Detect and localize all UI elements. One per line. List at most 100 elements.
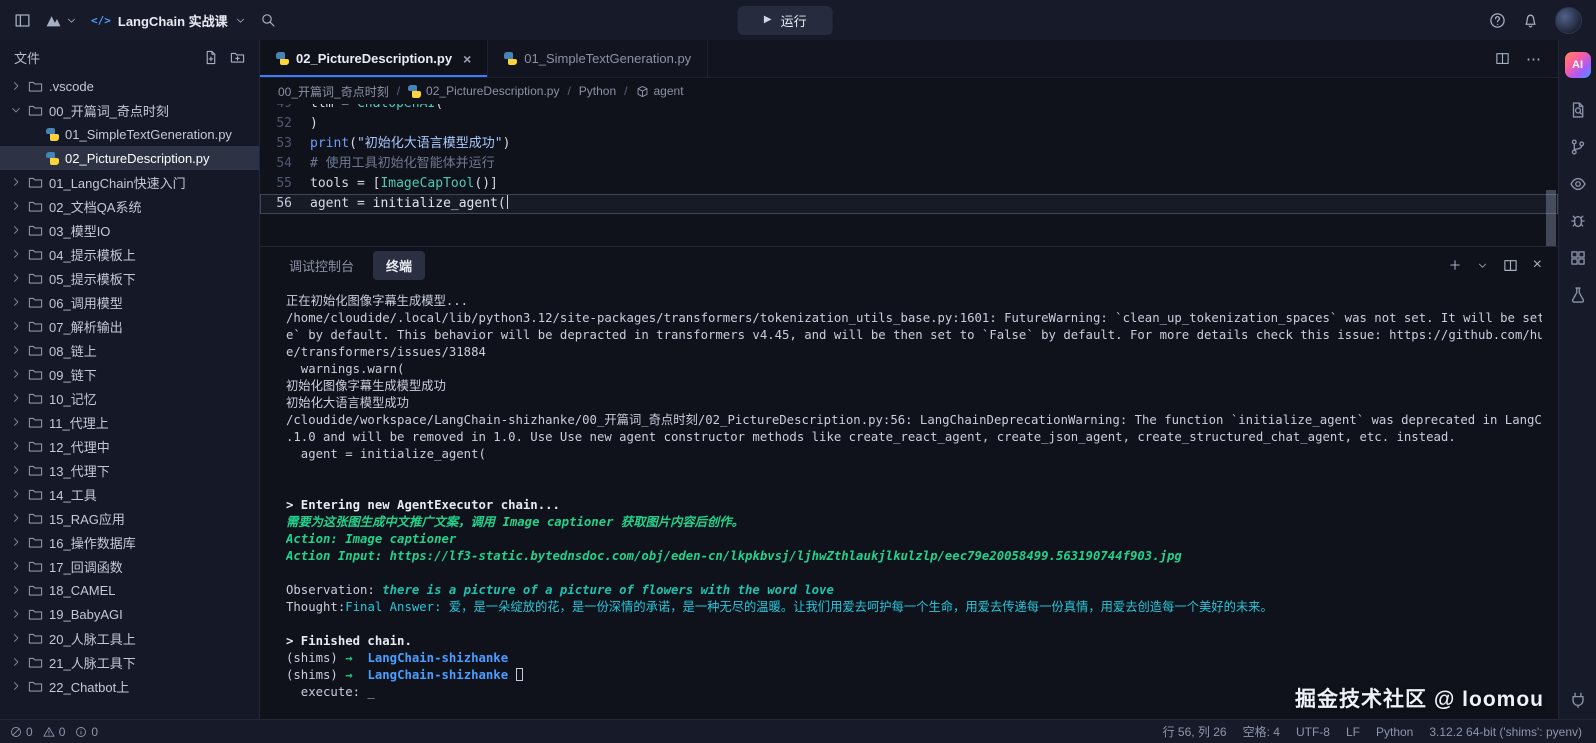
folder-icon xyxy=(28,415,43,430)
status-cursor-position[interactable]: 行 56, 列 26 xyxy=(1163,723,1227,740)
code-editor[interactable]: 49llm = ChatOpenAI(52)53print("初始化大语言模型成… xyxy=(260,104,1558,246)
tree-item-folder[interactable]: 10_记忆 xyxy=(0,386,259,410)
new-terminal-icon[interactable] xyxy=(1448,258,1462,272)
tree-item-folder[interactable]: 04_提示模板上 xyxy=(0,242,259,266)
status-eol[interactable]: LF xyxy=(1346,725,1360,739)
status-indentation[interactable]: 空格: 4 xyxy=(1243,723,1280,740)
code-line[interactable]: 55tools = [ImageCapTool()] xyxy=(260,174,1558,194)
tree-item-folder[interactable]: 12_代理中 xyxy=(0,434,259,458)
tree-item-folder[interactable]: 15_RAG应用 xyxy=(0,506,259,530)
plugin-button[interactable] xyxy=(1569,691,1587,709)
chevron-right-icon xyxy=(10,488,22,500)
tree-item-folder[interactable]: 22_Chatbot上 xyxy=(0,674,259,698)
folder-icon xyxy=(28,559,43,574)
tree-item-folder[interactable]: 20_人脉工具上 xyxy=(0,626,259,650)
new-folder-icon[interactable] xyxy=(230,50,245,65)
folder-icon xyxy=(28,295,43,310)
tree-item-folder[interactable]: 06_调用模型 xyxy=(0,290,259,314)
project-selector[interactable]: </> LangChain 实战课 xyxy=(91,11,246,30)
run-label: 运行 xyxy=(781,11,807,30)
tree-item-folder[interactable]: 09_链下 xyxy=(0,362,259,386)
terminal-line: > Finished chain. xyxy=(286,633,1542,650)
sidebar-actions xyxy=(203,50,245,65)
folder-icon xyxy=(28,463,43,478)
app-logo[interactable] xyxy=(45,12,77,29)
user-avatar[interactable] xyxy=(1555,7,1582,34)
tree-item-folder[interactable]: 01_LangChain快速入门 xyxy=(0,170,259,194)
breadcrumb-item[interactable]: 02_PictureDescription.py xyxy=(408,84,559,98)
code-icon: </> xyxy=(91,14,111,27)
tree-item-file[interactable]: 01_SimpleTextGeneration.py xyxy=(0,122,259,146)
code-line[interactable]: 52) xyxy=(260,114,1558,134)
bug-button[interactable] xyxy=(1569,212,1587,230)
grid-button[interactable] xyxy=(1569,249,1587,267)
breadcrumb-item[interactable]: agent xyxy=(636,84,684,98)
breadcrumb-separator: / xyxy=(567,84,570,98)
tree-item-folder[interactable]: 19_BabyAGI xyxy=(0,602,259,626)
tree-item-folder[interactable]: 21_人脉工具下 xyxy=(0,650,259,674)
status-warning[interactable]: 0 xyxy=(43,725,66,739)
ai-assistant-button[interactable]: AI xyxy=(1565,52,1591,78)
terminal-dropdown-icon[interactable] xyxy=(1477,260,1488,271)
editor-tab[interactable]: 01_SimpleTextGeneration.py xyxy=(488,40,708,77)
more-actions-icon[interactable]: ⋯ xyxy=(1526,50,1542,68)
status-info[interactable]: 0 xyxy=(75,725,98,739)
tree-item-folder[interactable]: 13_代理下 xyxy=(0,458,259,482)
git-branch-button[interactable] xyxy=(1569,138,1587,156)
breadcrumb-item[interactable]: 00_开篇词_奇点时刻 xyxy=(278,83,389,100)
tree-item-folder[interactable]: .vscode xyxy=(0,74,259,98)
editor-tab[interactable]: 02_PictureDescription.py × xyxy=(260,40,488,77)
status-circle-slash[interactable]: 0 xyxy=(10,725,33,739)
new-file-icon[interactable] xyxy=(203,50,218,65)
editor-scrollbar[interactable] xyxy=(1546,190,1556,246)
terminal-output[interactable]: 正在初始化图像字幕生成模型.../home/cloudide/.local/li… xyxy=(260,283,1558,719)
tree-item-folder[interactable]: 16_操作数据库 xyxy=(0,530,259,554)
run-button[interactable]: ▶ 运行 xyxy=(738,6,833,35)
folder-icon xyxy=(28,343,43,358)
help-icon[interactable] xyxy=(1489,12,1506,29)
flask-button[interactable] xyxy=(1569,286,1587,304)
split-terminal-icon[interactable] xyxy=(1503,258,1518,273)
tree-item-folder[interactable]: 00_开篇词_奇点时刻 xyxy=(0,98,259,122)
close-panel-icon[interactable]: × xyxy=(1533,256,1542,274)
close-icon[interactable]: × xyxy=(463,51,471,67)
folder-icon xyxy=(28,79,43,94)
breadcrumb-label: Python xyxy=(579,84,616,98)
panel-tab[interactable]: 调试控制台 xyxy=(276,251,367,280)
sidebar-toggle-icon[interactable] xyxy=(14,12,31,29)
files-panel-title: 文件 xyxy=(14,48,40,67)
code-line[interactable]: 49llm = ChatOpenAI( xyxy=(260,104,1558,114)
tree-item-file[interactable]: 02_PictureDescription.py xyxy=(0,146,259,170)
code-line[interactable]: 53print("初始化大语言模型成功") xyxy=(260,134,1558,154)
status-interpreter[interactable]: 3.12.2 64-bit ('shims': pyenv) xyxy=(1429,725,1582,739)
search-file-button[interactable] xyxy=(1569,101,1587,119)
tree-item-folder[interactable]: 18_CAMEL xyxy=(0,578,259,602)
tree-item-folder[interactable]: 17_回调函数 xyxy=(0,554,259,578)
tree-item-folder[interactable]: 03_模型IO xyxy=(0,218,259,242)
info-icon xyxy=(75,726,87,738)
status-language-mode[interactable]: Python xyxy=(1376,725,1413,739)
status-encoding[interactable]: UTF-8 xyxy=(1296,725,1330,739)
editor-tabs: 02_PictureDescription.py × 01_SimpleTextGe… xyxy=(260,40,708,77)
tree-item-label: 03_模型IO xyxy=(49,221,110,240)
panel-tab[interactable]: 终端 xyxy=(373,251,425,280)
tab-label: 02_PictureDescription.py xyxy=(296,51,452,66)
search-icon[interactable] xyxy=(260,12,276,28)
terminal-line: /cloudide/workspace/LangChain-shizhanke/… xyxy=(286,412,1542,429)
split-editor-icon[interactable] xyxy=(1495,51,1510,66)
tree-item-folder[interactable]: 05_提示模板下 xyxy=(0,266,259,290)
terminal-line: 初始化大语言模型成功 xyxy=(286,395,1542,412)
tree-item-folder[interactable]: 14_工具 xyxy=(0,482,259,506)
tree-item-folder[interactable]: 02_文档QA系统 xyxy=(0,194,259,218)
tree-item-folder[interactable]: 11_代理上 xyxy=(0,410,259,434)
chevron-right-icon xyxy=(10,536,22,548)
notifications-icon[interactable] xyxy=(1522,12,1539,29)
breadcrumb-item[interactable]: Python xyxy=(579,84,616,98)
code-line[interactable]: 54# 使用工具初始化智能体并运行 xyxy=(260,154,1558,174)
tree-item-folder[interactable]: 08_链上 xyxy=(0,338,259,362)
tree-item-folder[interactable]: 07_解析输出 xyxy=(0,314,259,338)
eye-button[interactable] xyxy=(1569,175,1587,193)
chevron-down-icon xyxy=(66,15,77,26)
line-number: 55 xyxy=(260,174,310,194)
code-line[interactable]: 56agent = initialize_agent( xyxy=(260,194,1558,214)
